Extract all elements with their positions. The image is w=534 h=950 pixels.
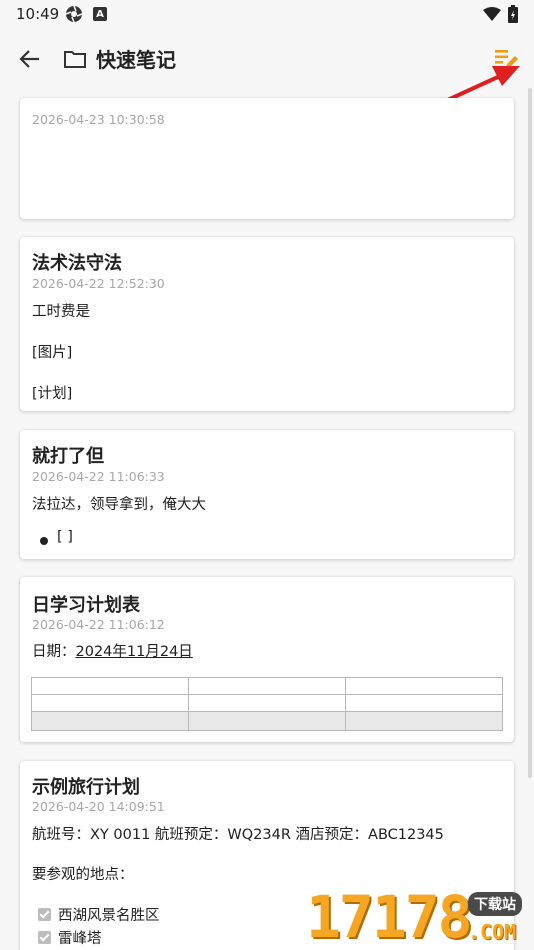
note-card[interactable]: 就打了但 2026-04-22 11:06:33 法拉达，领导拿到，俺大大 [ … xyxy=(20,430,514,559)
note-date-line: 日期：2024年11月24日 xyxy=(32,640,193,661)
note-timestamp: 2026-04-20 14:09:51 xyxy=(32,799,165,814)
note-table xyxy=(31,677,503,731)
note-title: 示例旅行计划 xyxy=(32,777,140,798)
table-cell xyxy=(188,711,346,731)
note-title: 日学习计划表 xyxy=(32,595,140,616)
table-row xyxy=(31,711,503,731)
status-bar: 10:49 A xyxy=(0,0,534,30)
note-card[interactable]: 2026-04-23 10:30:58 xyxy=(20,98,514,219)
arrow-left-icon xyxy=(19,50,39,68)
table-cell xyxy=(31,694,189,712)
note-timestamp: 2026-04-23 10:30:58 xyxy=(32,112,165,127)
bullet-dot-icon xyxy=(40,537,48,545)
checkbox-checked-icon[interactable] xyxy=(38,908,51,921)
back-button[interactable] xyxy=(14,44,46,74)
watermark-tag: 下载站 xyxy=(468,892,522,916)
table-cell xyxy=(188,694,346,712)
note-body-line: 航班号：XY 0011 航班预定：WQ234R 酒店预定：ABC12345 xyxy=(32,827,444,843)
note-title: 就打了但 xyxy=(32,446,104,467)
note-title: 法术法守法 xyxy=(32,253,122,274)
note-card[interactable]: 日学习计划表 2026-04-22 11:06:12 日期：2024年11月24… xyxy=(20,577,514,742)
note-body-line: [计划] xyxy=(32,386,73,402)
table-cell xyxy=(345,694,503,712)
note-body-line: 要参观的地点： xyxy=(32,867,134,883)
note-bullet-text: [ ] xyxy=(57,529,73,545)
note-date-value: 2024年11月24日 xyxy=(75,644,193,660)
app-a-icon: A xyxy=(93,7,107,21)
battery-icon xyxy=(508,5,518,23)
table-cell xyxy=(31,677,189,695)
scrollbar[interactable] xyxy=(528,88,532,778)
note-body-line: 法拉达，领导拿到，俺大大 xyxy=(32,497,206,513)
aperture-icon xyxy=(65,5,83,23)
watermark-number: 17178 xyxy=(306,883,473,950)
note-body-line: [图片] xyxy=(32,345,73,361)
table-cell xyxy=(31,711,189,731)
folder-icon xyxy=(64,51,86,68)
status-time: 10:49 xyxy=(16,5,60,23)
checklist-item-label: 雷峰塔 xyxy=(58,931,102,947)
page-title: 快速笔记 xyxy=(96,48,176,72)
table-row xyxy=(31,677,503,695)
checklist-item-label: 西湖风景名胜区 xyxy=(58,908,160,924)
watermark-logo: 17178 下载站 .COM xyxy=(306,884,534,950)
table-cell xyxy=(188,677,346,695)
watermark-suffix: .COM xyxy=(468,920,517,944)
note-card[interactable]: 法术法守法 2026-04-22 12:52:30 工时费是 [图片] [计划] xyxy=(20,237,514,411)
table-row xyxy=(31,694,503,712)
wifi-icon xyxy=(483,7,501,21)
note-timestamp: 2026-04-22 11:06:12 xyxy=(32,617,165,632)
checkbox-checked-icon[interactable] xyxy=(38,931,51,944)
table-cell xyxy=(345,711,503,731)
table-cell xyxy=(345,677,503,695)
list-edit-icon xyxy=(495,50,518,68)
edit-list-button[interactable] xyxy=(490,46,520,72)
note-timestamp: 2026-04-22 12:52:30 xyxy=(32,276,165,291)
note-body-line: 工时费是 xyxy=(32,304,90,320)
note-date-label: 日期： xyxy=(32,644,76,660)
app-bar: 快速笔记 xyxy=(0,30,534,86)
note-timestamp: 2026-04-22 11:06:33 xyxy=(32,469,165,484)
